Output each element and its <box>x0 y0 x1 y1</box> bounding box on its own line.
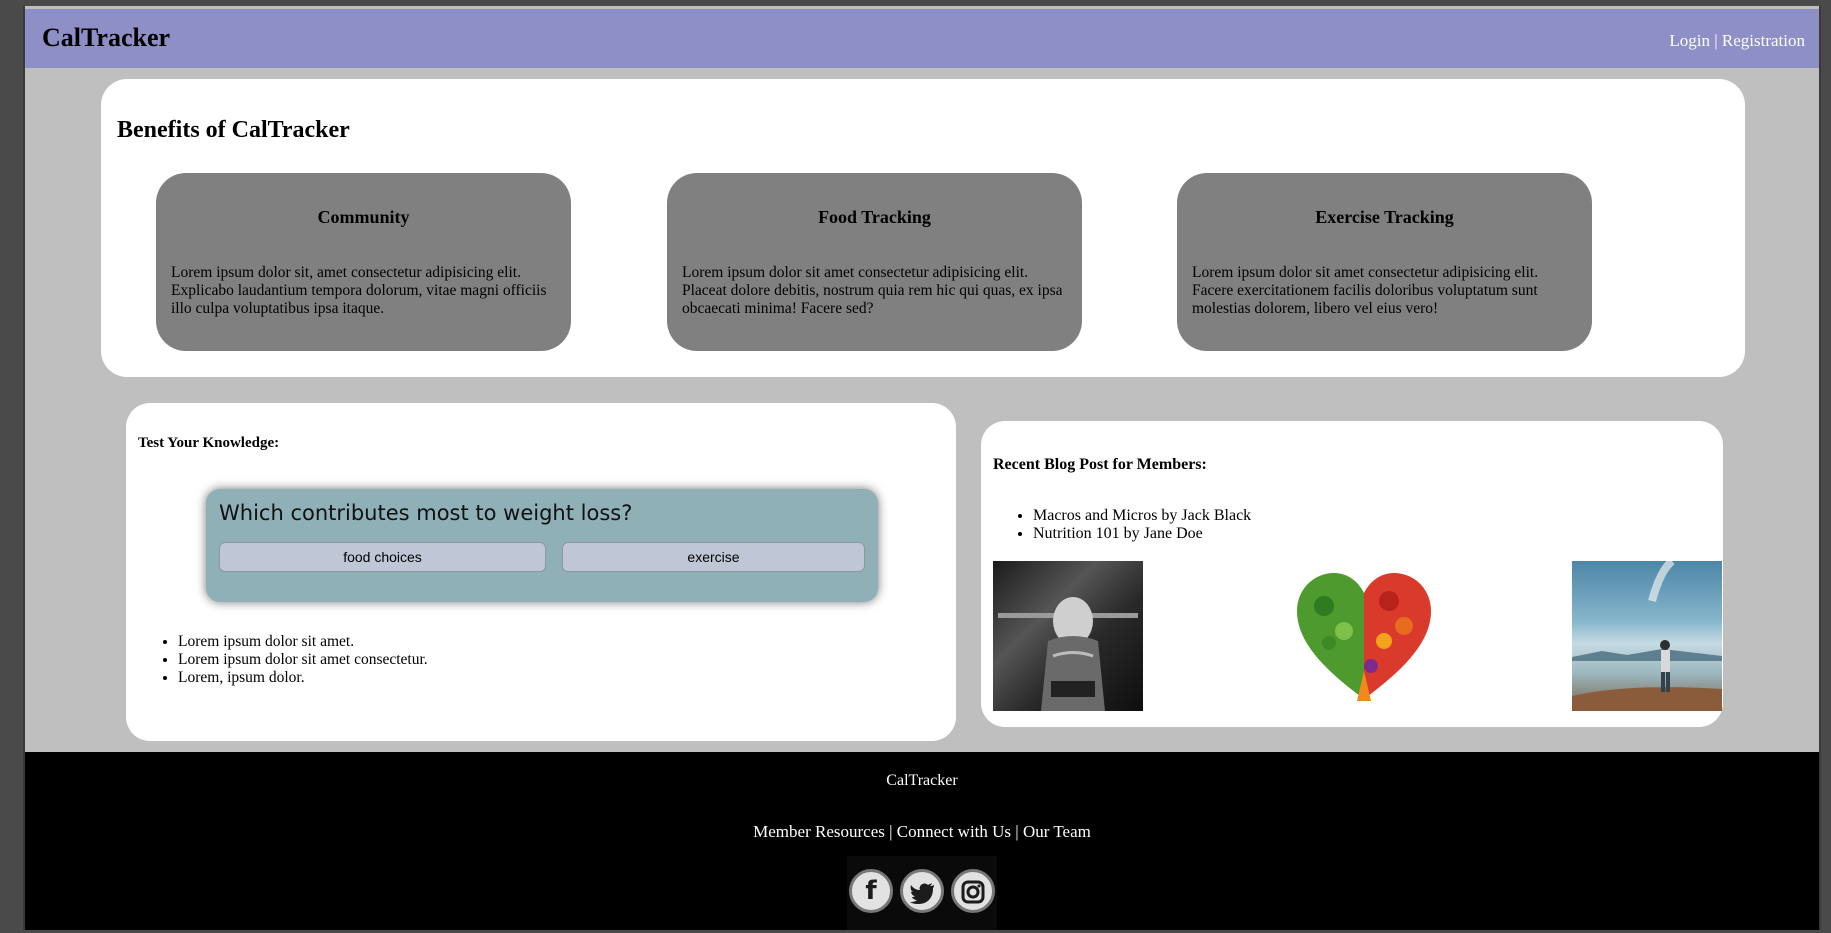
footer-brand: CalTracker <box>886 772 958 789</box>
gym-photo <box>993 561 1143 711</box>
answer-food-choices-button[interactable]: food choices <box>219 542 546 572</box>
benefit-card-text: Lorem ipsum dolor sit, amet consectetur … <box>171 264 547 317</box>
registration-link[interactable]: Registration <box>1722 31 1805 50</box>
quiz-box: Which contributes most to weight loss? f… <box>206 489 878 602</box>
benefit-card-text: Lorem ipsum dolor sit amet consectetur a… <box>1192 264 1539 317</box>
list-item: Lorem ipsum dolor sit amet consectetur. <box>178 651 428 669</box>
footer-separator: | <box>889 822 893 841</box>
blog-panel: Recent Blog Post for Members: Macros and… <box>981 421 1723 727</box>
blog-post-link[interactable]: Macros and Micros by Jack Black <box>1033 507 1251 525</box>
footer-link-connect[interactable]: Connect with Us <box>897 822 1011 841</box>
benefit-card-title: Food Tracking <box>818 207 931 227</box>
footer-links: Member Resources | Connect with Us | Our… <box>25 822 1819 842</box>
site-footer: CalTracker Member Resources | Connect wi… <box>25 752 1819 930</box>
benefits-title: Benefits of CalTracker <box>117 117 350 143</box>
benefit-card-title: Community <box>317 207 410 227</box>
site-brand[interactable]: CalTracker <box>42 23 170 53</box>
benefit-card-exercise-tracking: Exercise Tracking Lorem ipsum dolor sit … <box>1177 173 1592 351</box>
heart-shape <box>1297 573 1431 701</box>
answer-exercise-button[interactable]: exercise <box>562 542 865 572</box>
instagram-icon[interactable] <box>951 869 995 913</box>
twitter-icon[interactable] <box>900 869 944 913</box>
benefit-card-text: Lorem ipsum dolor sit amet consectetur a… <box>682 264 1063 317</box>
person-by-lake <box>1572 557 1722 711</box>
facebook-icon[interactable]: f <box>849 869 893 913</box>
auth-links: Login | Registration <box>1669 31 1805 51</box>
auth-separator: | <box>1714 31 1718 50</box>
quiz-info-list: Lorem ipsum dolor sit amet. Lorem ipsum … <box>142 633 428 687</box>
quiz-title: Test Your Knowledge: <box>138 435 280 451</box>
footer-separator: | <box>1015 822 1019 841</box>
quiz-panel: Test Your Knowledge: Which contributes m… <box>126 403 956 741</box>
list-item: Lorem, ipsum dolor. <box>178 669 428 687</box>
blog-title: Recent Blog Post for Members: <box>993 456 1207 473</box>
lake-photo <box>1572 557 1722 711</box>
blog-post-link[interactable]: Nutrition 101 by Jane Doe <box>1033 525 1251 543</box>
benefit-card-community: Community Lorem ipsum dolor sit, amet co… <box>156 173 571 351</box>
page-frame: CalTracker Login | Registration Benefits… <box>23 6 1821 930</box>
vegetable-heart-photo <box>1289 561 1439 711</box>
benefits-section: Benefits of CalTracker Community Lorem i… <box>101 79 1745 377</box>
quiz-question: Which contributes most to weight loss? <box>219 501 633 525</box>
list-item: Lorem ipsum dolor sit amet. <box>178 633 428 651</box>
blog-post-list: Macros and Micros by Jack Black Nutritio… <box>993 507 1251 543</box>
login-link[interactable]: Login <box>1669 31 1710 50</box>
footer-link-member-resources[interactable]: Member Resources <box>753 822 885 841</box>
weightlifter-figure <box>998 597 1138 711</box>
social-icons: f <box>847 856 997 930</box>
site-header: CalTracker Login | Registration <box>25 9 1819 68</box>
footer-link-our-team[interactable]: Our Team <box>1023 822 1091 841</box>
benefit-card-food-tracking: Food Tracking Lorem ipsum dolor sit amet… <box>667 173 1082 351</box>
benefit-card-title: Exercise Tracking <box>1315 207 1454 227</box>
